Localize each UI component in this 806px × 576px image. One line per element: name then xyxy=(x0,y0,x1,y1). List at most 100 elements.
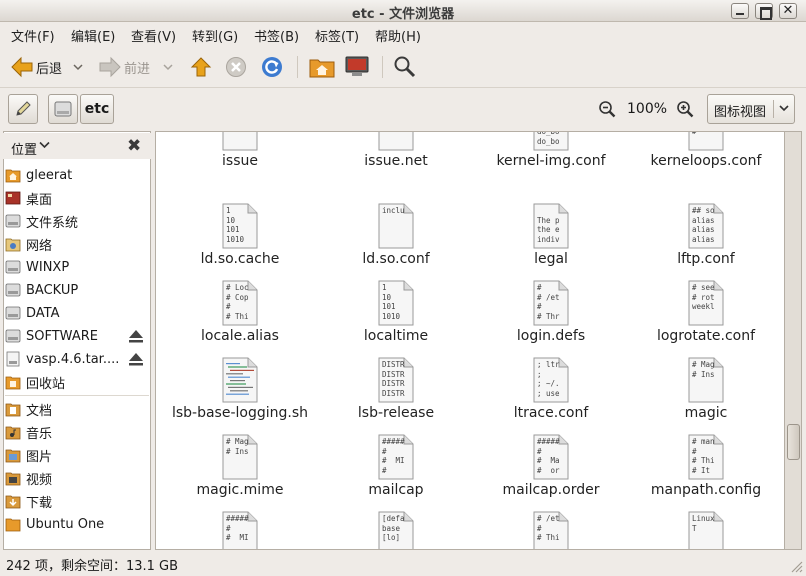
menu-help[interactable]: 帮助(H) xyxy=(375,26,421,45)
file-name: lsb-release xyxy=(357,405,435,421)
sidebar-item-backup[interactable]: BACKUP xyxy=(5,280,149,300)
sidebar-item-winxp[interactable]: WINXP xyxy=(5,257,149,277)
menu-file[interactable]: 文件(F) xyxy=(11,26,55,45)
file-item[interactable]: # Mag # Ins magic xyxy=(628,357,784,434)
reload-button[interactable] xyxy=(261,54,283,80)
sidebar-item-vasp-archive[interactable]: vasp.4.6.tar.... xyxy=(5,349,149,369)
file-preview-text: ## so alias alias alias xyxy=(692,206,715,244)
file-name: kernel-img.conf xyxy=(496,153,606,169)
file-item[interactable]: # see # rot weekl logrotate.conf xyxy=(628,280,784,357)
sidebar-item-data[interactable]: DATA xyxy=(5,303,149,323)
file-name: ltrace.conf xyxy=(513,405,589,421)
vertical-scrollbar[interactable] xyxy=(785,131,802,550)
sidebar-item-filesystem[interactable]: 文件系统 xyxy=(5,211,149,231)
file-item[interactable]: ; ltr ; ; ~/. ; use ltrace.conf xyxy=(473,357,629,434)
computer-icon xyxy=(345,56,369,76)
sidebar-item-documents[interactable]: 文档 xyxy=(5,399,149,419)
close-sidebar-icon[interactable]: ✖ xyxy=(127,136,141,156)
sidebar-item-network[interactable]: 网络 xyxy=(5,234,149,254)
file-item[interactable]: # /et # # Thi xyxy=(473,511,629,549)
sidebar-item-desktop[interactable]: 桌面 xyxy=(5,188,149,208)
file-item[interactable]: [defa base [lo] xyxy=(318,511,474,549)
file-item[interactable]: Linux T xyxy=(628,511,784,549)
sidebar-item-videos[interactable]: 视频 xyxy=(5,468,149,488)
chevron-down-icon[interactable] xyxy=(39,141,50,149)
home-button[interactable] xyxy=(309,54,335,80)
file-preview-text: 1 10 101 1010 xyxy=(226,206,245,244)
pictures-folder-icon xyxy=(5,449,21,463)
sidebar-item-gleerat[interactable]: gleerat xyxy=(5,165,149,185)
file-item[interactable]: # # Con # kerneloops.conf xyxy=(628,131,784,182)
stop-button[interactable] xyxy=(225,54,247,80)
file-preview-text: inclu xyxy=(382,206,405,215)
minimize-button[interactable] xyxy=(731,3,749,19)
maximize-button[interactable] xyxy=(755,3,773,20)
text-file-icon: # /et # # Thi xyxy=(533,511,569,549)
text-file-icon: DISTR DISTR DISTR DISTR xyxy=(378,357,414,403)
search-button[interactable] xyxy=(393,54,417,80)
forward-history-dropdown[interactable] xyxy=(163,54,173,80)
file-item[interactable]: ## so alias alias alias lftp.conf xyxy=(628,203,784,280)
file-name: login.defs xyxy=(516,328,586,344)
sidebar-mode-label[interactable]: 位置 xyxy=(11,139,37,158)
sidebar-divider xyxy=(5,395,149,396)
up-button[interactable] xyxy=(190,54,212,80)
file-preview-text xyxy=(226,360,256,400)
file-item[interactable]: Ubunt issue.net xyxy=(318,132,474,182)
zoom-level[interactable]: 100% xyxy=(627,101,667,117)
zoom-in-button[interactable] xyxy=(676,100,694,122)
pencil-icon xyxy=(16,101,31,116)
menu-go[interactable]: 转到(G) xyxy=(192,26,238,45)
search-icon xyxy=(394,56,416,78)
sidebar-item-pictures[interactable]: 图片 xyxy=(5,445,149,465)
menu-tabs[interactable]: 标签(T) xyxy=(315,26,359,45)
network-icon xyxy=(5,238,21,252)
computer-button[interactable] xyxy=(344,54,370,80)
home-folder-icon xyxy=(309,59,335,78)
file-item[interactable]: DISTR DISTR DISTR DISTR lsb-release xyxy=(318,357,474,434)
zoom-out-button[interactable] xyxy=(598,100,616,122)
chevron-down-icon xyxy=(779,105,789,112)
zoom-in-icon xyxy=(677,101,694,118)
file-preview-text: # # Con # xyxy=(692,131,697,136)
drive-icon xyxy=(5,306,21,320)
edit-location-button[interactable] xyxy=(8,94,38,124)
menu-edit[interactable]: 编辑(E) xyxy=(71,26,115,45)
file-item[interactable]: do_sy relat do_bo do_bo kernel-img.conf xyxy=(473,132,629,182)
file-item[interactable]: ##### # # Ma # or mailcap.order xyxy=(473,434,629,511)
file-item[interactable]: The p the e indiv legal xyxy=(473,203,629,280)
menu-bookmarks[interactable]: 书签(B) xyxy=(254,26,299,45)
file-item[interactable]: # man # # Thi # It manpath.config xyxy=(628,434,784,511)
close-button[interactable]: ✕ xyxy=(779,3,797,19)
sidebar-item-music[interactable]: 音乐 xyxy=(5,422,149,442)
sidebar-item-ubuntu-one[interactable]: Ubuntu One xyxy=(5,514,149,534)
file-item[interactable]: inclu ld.so.conf xyxy=(318,203,474,280)
back-history-dropdown[interactable] xyxy=(73,54,83,80)
text-file-icon: inclu xyxy=(378,203,414,249)
file-item[interactable]: # Loc # Cop # # Thi locale.alias xyxy=(162,280,318,357)
file-item[interactable]: 1 10 101 1010 localtime xyxy=(318,280,474,357)
file-item[interactable]: ##### # # MI # mailcap xyxy=(318,434,474,511)
file-preview-text: # Loc # Cop # # Thi xyxy=(226,283,249,321)
menu-view[interactable]: 查看(V) xyxy=(131,26,176,45)
resize-grip-icon[interactable] xyxy=(789,559,803,573)
scrollbar-thumb[interactable] xyxy=(787,424,800,460)
file-item[interactable]: 1 10 101 1010 ld.so.cache xyxy=(162,203,318,280)
file-item[interactable]: ##### # # MI xyxy=(162,511,318,549)
sidebar-item-downloads[interactable]: 下载 xyxy=(5,491,149,511)
file-item[interactable]: lsb-base-logging.sh xyxy=(162,357,318,434)
file-item[interactable]: # # /et # # Thr login.defs xyxy=(473,280,629,357)
file-icon-view[interactable]: Ubunt issue Ubunt issue.net do_sy relat do_b… xyxy=(155,131,785,550)
eject-icon[interactable] xyxy=(128,351,144,367)
forward-button[interactable]: 前进 xyxy=(98,54,150,80)
back-button[interactable]: 后退 xyxy=(10,54,62,80)
filesystem-crumb-button[interactable] xyxy=(48,94,78,124)
view-mode-select[interactable]: 图标视图 xyxy=(707,94,795,124)
eject-icon[interactable] xyxy=(128,328,144,344)
file-item[interactable]: Ubunt issue xyxy=(162,132,318,182)
sidebar-item-software[interactable]: SOFTWARE xyxy=(5,326,149,346)
crumb-etc[interactable]: etc xyxy=(80,94,114,124)
sidebar-item-trash[interactable]: 回收站 xyxy=(5,372,149,392)
file-item[interactable]: # Mag # Ins magic.mime xyxy=(162,434,318,511)
trash-icon xyxy=(5,376,21,390)
